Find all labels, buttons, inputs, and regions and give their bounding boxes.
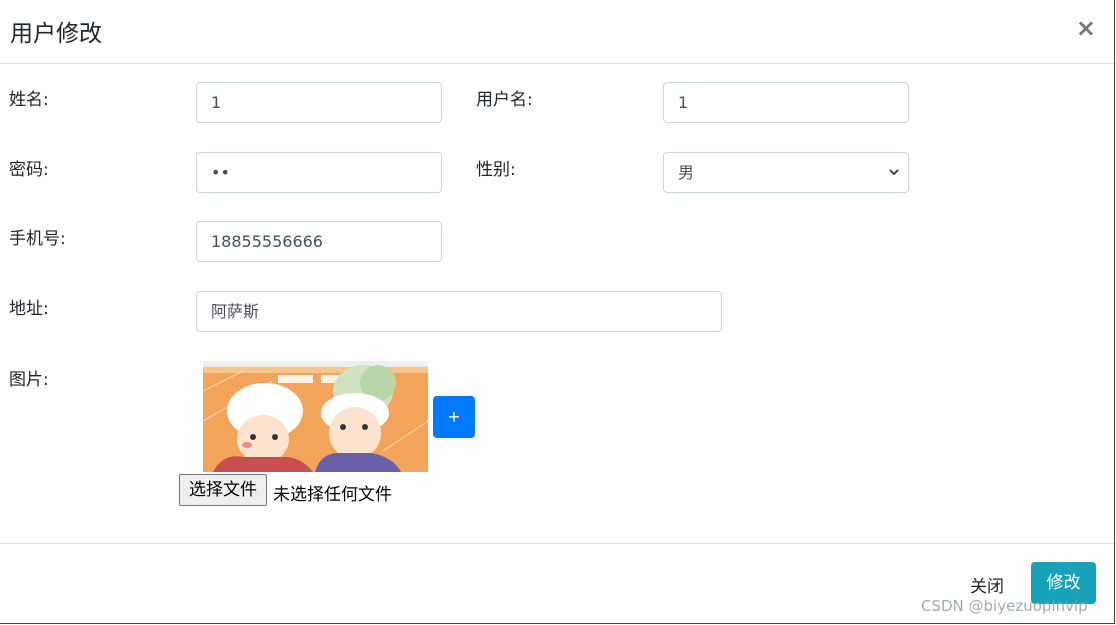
image-preview <box>203 361 428 472</box>
password-input[interactable]: •• <box>196 152 442 193</box>
name-input[interactable]: 1 <box>196 82 442 123</box>
username-input[interactable]: 1 <box>663 82 909 123</box>
choose-file-button[interactable]: 选择文件 <box>179 474 267 506</box>
file-status-text: 未选择任何文件 <box>273 485 392 505</box>
username-label: 用户名: <box>476 90 533 110</box>
address-label: 地址: <box>9 299 49 319</box>
user-edit-modal: 用户修改 × 姓名: 1 用户名: 1 密码: •• 性别: 男 手机号: 18… <box>0 0 1115 624</box>
address-input[interactable]: 阿萨斯 <box>196 291 722 332</box>
close-button[interactable]: 关闭 <box>970 572 1004 597</box>
close-icon[interactable]: × <box>1076 14 1096 42</box>
phone-label: 手机号: <box>9 229 66 249</box>
gender-select-value: 男 <box>678 163 695 182</box>
name-label: 姓名: <box>9 90 49 110</box>
gender-select[interactable]: 男 <box>663 152 909 193</box>
image-label: 图片: <box>9 370 49 390</box>
phone-input[interactable]: 18855556666 <box>196 221 442 262</box>
watermark: CSDN @biyezuopinvip <box>921 597 1088 615</box>
password-label: 密码: <box>9 160 49 180</box>
chevron-down-icon <box>888 153 900 192</box>
modal-title: 用户修改 <box>10 21 102 47</box>
gender-label: 性别: <box>476 160 516 180</box>
modal-header: 用户修改 × <box>0 0 1114 64</box>
add-image-button[interactable]: + <box>433 396 475 438</box>
